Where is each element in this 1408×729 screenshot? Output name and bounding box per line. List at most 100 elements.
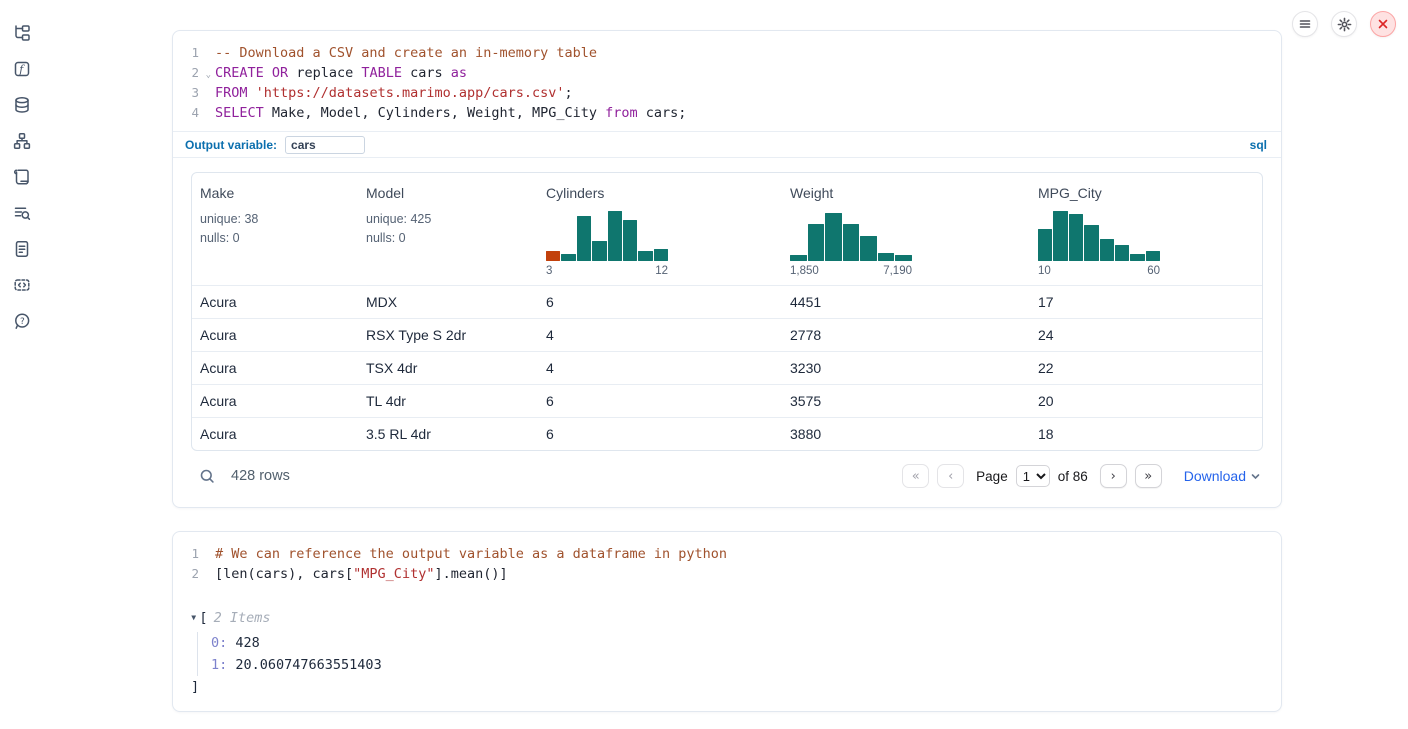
token-plain: [len(cars), cars[ bbox=[215, 566, 353, 582]
table-cell: Acura bbox=[192, 327, 358, 343]
histogram-bar bbox=[1053, 211, 1067, 261]
column-header-mpg_city[interactable]: MPG_City 10 60 bbox=[1030, 173, 1262, 285]
tree-root: ▼ [ 2 Items bbox=[191, 608, 1263, 628]
histogram-max-label: 60 bbox=[1147, 265, 1160, 277]
prev-page-button[interactable]: ‹ bbox=[937, 464, 964, 488]
table-cell: Acura bbox=[192, 294, 358, 310]
settings-button[interactable] bbox=[1331, 11, 1357, 37]
histogram-min-label: 10 bbox=[1038, 265, 1051, 277]
histogram-bar bbox=[577, 216, 591, 261]
column-histogram: 1,8507,190 bbox=[790, 209, 912, 277]
histogram-bars bbox=[790, 209, 912, 261]
table-row: AcuraTSX 4dr4323022 bbox=[192, 351, 1262, 384]
table-cell: 4451 bbox=[782, 294, 1030, 310]
code-line[interactable]: 1# We can reference the output variable … bbox=[173, 544, 1281, 564]
sql-cell: 1 -- Download a CSV and create an in-memo… bbox=[172, 30, 1282, 508]
sql-code-editor[interactable]: 1-- Download a CSV and create an in-memo… bbox=[173, 31, 1281, 131]
token-plain: replace bbox=[288, 65, 361, 81]
last-page-button[interactable]: » bbox=[1135, 464, 1162, 488]
python-cell: 1# We can reference the output variable … bbox=[172, 531, 1282, 712]
scratchpad-scroll-icon[interactable] bbox=[12, 167, 32, 186]
table-cell: 4 bbox=[538, 327, 782, 343]
histogram-bar bbox=[561, 254, 575, 261]
column-name: MPG_City bbox=[1038, 185, 1254, 201]
code-text: FROM 'https://datasets.marimo.app/cars.c… bbox=[203, 83, 573, 103]
token-comment: # We can reference the output variable a… bbox=[215, 546, 727, 562]
logs-search-icon[interactable] bbox=[12, 203, 32, 222]
line-number: 2⌄ bbox=[173, 63, 203, 83]
page-total: of 86 bbox=[1058, 469, 1088, 484]
document-icon[interactable] bbox=[12, 239, 32, 258]
notebook-controls bbox=[1292, 11, 1396, 37]
output-variable-input[interactable] bbox=[285, 136, 365, 154]
table-cell: Acura bbox=[192, 393, 358, 409]
data-table: Makeunique: 38nulls: 0 Model unique: 425 nu… bbox=[191, 172, 1263, 451]
help-icon[interactable]: ? bbox=[12, 311, 32, 330]
dependency-graph-icon[interactable] bbox=[12, 131, 32, 150]
code-line[interactable]: 2⌄CREATE OR replace TABLE cars as bbox=[173, 63, 1281, 83]
table-body: AcuraMDX6445117AcuraRSX Type S 2dr427782… bbox=[192, 285, 1262, 450]
histogram-min-label: 3 bbox=[546, 265, 552, 277]
marimo-notebook: f ? bbox=[0, 0, 1408, 729]
python-cell-output: ▼ [ 2 Items 0: 4281: 20.060747663551403 … bbox=[173, 592, 1281, 711]
pagination: « ‹ Page 1 of 86 › » bbox=[902, 464, 1162, 488]
page-select[interactable]: 1 bbox=[1016, 465, 1050, 487]
code-line[interactable]: 3FROM 'https://datasets.marimo.app/cars.… bbox=[173, 83, 1281, 103]
table-cell: 22 bbox=[1030, 360, 1262, 376]
histogram-bar bbox=[1100, 239, 1114, 261]
download-button[interactable]: Download bbox=[1184, 468, 1261, 484]
language-badge: sql bbox=[1250, 138, 1267, 152]
histogram-bar bbox=[825, 213, 842, 261]
table-cell: 18 bbox=[1030, 426, 1262, 442]
file-tree-icon[interactable] bbox=[12, 23, 32, 42]
code-line[interactable]: 2[len(cars), cars["MPG_City"].mean()] bbox=[173, 564, 1281, 584]
histogram-labels: 312 bbox=[546, 265, 668, 277]
histogram-bar bbox=[1038, 229, 1052, 261]
function-square-icon[interactable]: f bbox=[12, 59, 32, 78]
column-stat: nulls: 0 bbox=[366, 230, 530, 246]
database-icon[interactable] bbox=[12, 95, 32, 114]
histogram-bar bbox=[1069, 214, 1083, 261]
column-name: Cylinders bbox=[546, 185, 774, 201]
table-cell: 3880 bbox=[782, 426, 1030, 442]
tree-item: 1: 20.060747663551403 bbox=[211, 654, 1263, 676]
shutdown-button[interactable] bbox=[1370, 11, 1396, 37]
table-cell: 20 bbox=[1030, 393, 1262, 409]
menu-button[interactable] bbox=[1292, 11, 1318, 37]
chevron-down-icon bbox=[1250, 471, 1261, 482]
table-cell: MDX bbox=[358, 294, 538, 310]
first-page-button[interactable]: « bbox=[902, 464, 929, 488]
code-line[interactable]: 1-- Download a CSV and create an in-memo… bbox=[173, 43, 1281, 63]
token-plain: ].mean()] bbox=[434, 566, 507, 582]
token-plain: ; bbox=[565, 85, 573, 101]
histogram-bar bbox=[546, 251, 560, 261]
histogram-bar bbox=[1146, 251, 1160, 261]
column-stat: unique: 425 bbox=[366, 211, 530, 227]
column-header-weight[interactable]: Weight1,8507,190 bbox=[782, 173, 1030, 285]
table-cell: 3230 bbox=[782, 360, 1030, 376]
table-cell: 24 bbox=[1030, 327, 1262, 343]
python-code-editor[interactable]: 1# We can reference the output variable … bbox=[173, 532, 1281, 592]
column-header-model[interactable]: Model unique: 425 nulls: 0 bbox=[358, 173, 538, 285]
sql-cell-output: Makeunique: 38nulls: 0 Model unique: 425 nu… bbox=[173, 157, 1281, 500]
code-line[interactable]: 4SELECT Make, Model, Cylinders, Weight, … bbox=[173, 103, 1281, 123]
histogram-bar bbox=[843, 224, 860, 261]
fold-toggle-icon[interactable]: ⌄ bbox=[206, 65, 211, 85]
snippets-code-icon[interactable] bbox=[12, 275, 32, 294]
column-histogram: 312 bbox=[546, 209, 668, 277]
histogram-max-label: 7,190 bbox=[883, 265, 912, 277]
table-row: Acura3.5 RL 4dr6388018 bbox=[192, 417, 1262, 450]
tree-item-count: 2 Items bbox=[214, 608, 271, 628]
table-cell: TL 4dr bbox=[358, 393, 538, 409]
tree-item-index: 1: bbox=[211, 657, 227, 673]
column-header-cylinders[interactable]: Cylinders 312 bbox=[538, 173, 782, 285]
next-page-button[interactable]: › bbox=[1100, 464, 1127, 488]
tree-collapse-icon[interactable]: ▼ bbox=[191, 609, 196, 627]
column-name: Model bbox=[366, 185, 530, 201]
token-comment: -- Download a CSV and create an in-memor… bbox=[215, 45, 597, 61]
token-plain: cars; bbox=[638, 105, 687, 121]
column-header-make[interactable]: Makeunique: 38nulls: 0 bbox=[192, 173, 358, 285]
code-text: # We can reference the output variable a… bbox=[203, 544, 727, 564]
table-search-button[interactable] bbox=[199, 468, 216, 485]
line-number: 4 bbox=[173, 103, 203, 123]
